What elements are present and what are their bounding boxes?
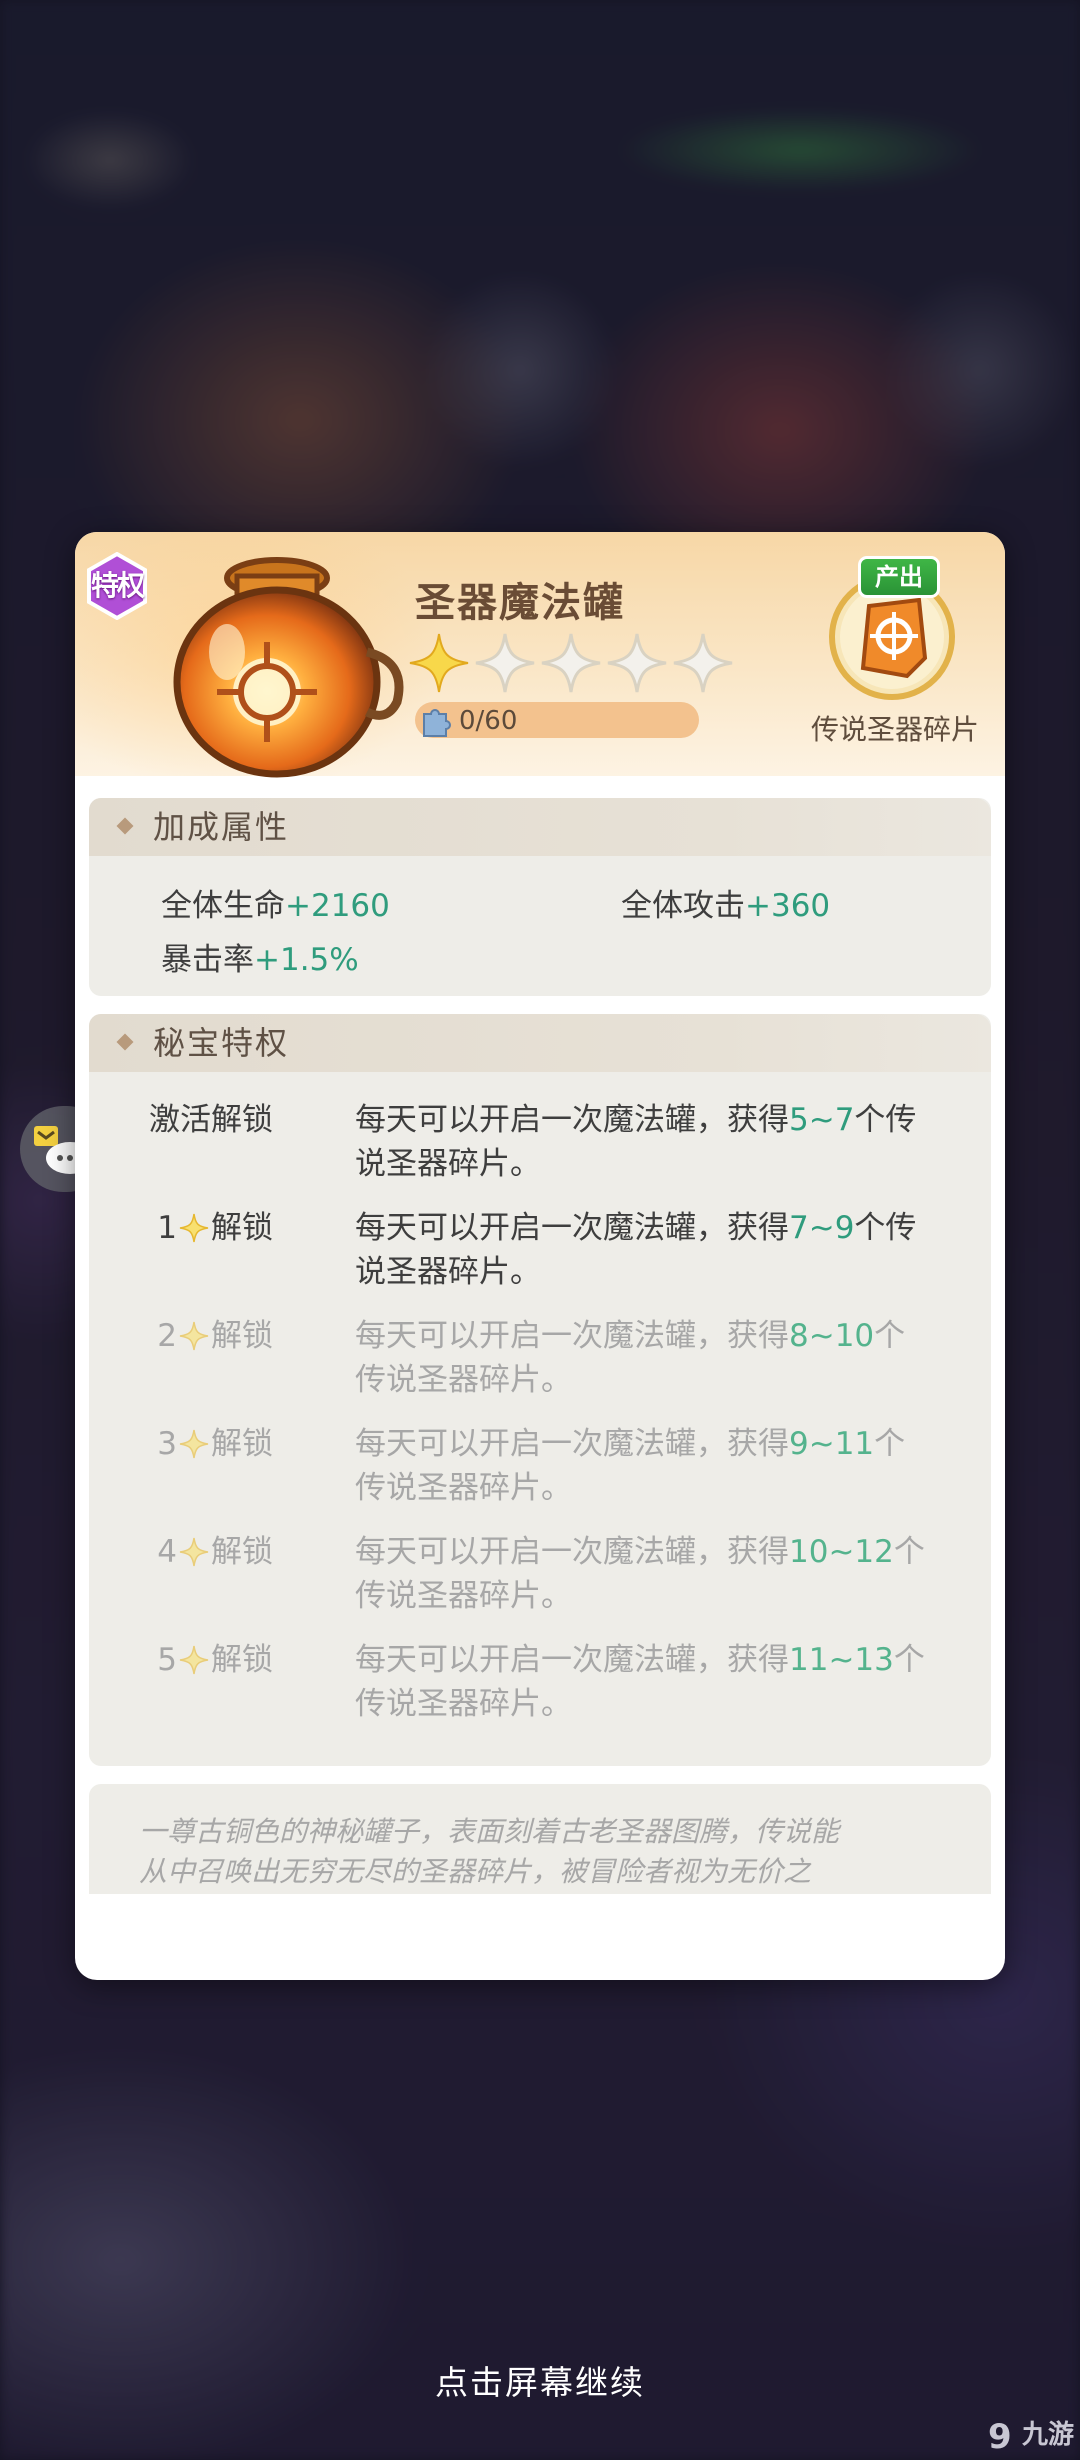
unlock-condition: 1 解锁 [157, 1210, 273, 1246]
privilege-description: 每天可以开启一次魔法罐，获得7~9个传 说圣器碎片。 [355, 1210, 917, 1290]
magic-jar-image [173, 557, 404, 778]
svg-text:9: 9 [988, 2417, 1012, 2456]
unlock-condition: 3 解锁 [157, 1426, 273, 1462]
section-title: 加成属性 [153, 808, 290, 846]
star-icon [179, 1321, 209, 1351]
unlock-condition: 激活解锁 [149, 1102, 273, 1138]
unlock-condition: 5 解锁 [157, 1642, 273, 1678]
bonus-attributes-section: 加成属性 全体生命+2160 全体攻击+360 暴击率+1.5% [89, 798, 991, 996]
privilege-badge-label: 特权 [90, 569, 145, 602]
privilege-description: 每天可以开启一次魔法罐，获得8~10个 传说圣器碎片。 [355, 1318, 906, 1398]
privilege-description: 每天可以开启一次魔法罐，获得5~7个传 说圣器碎片。 [355, 1102, 917, 1182]
privilege-description: 每天可以开启一次魔法罐，获得9~11个 传说圣器碎片。 [355, 1426, 906, 1506]
attr-all-hp: 全体生命+2160 [161, 888, 390, 924]
star-empty-icon [607, 633, 667, 693]
lore-description[interactable]: 一尊古铜色的神秘罐子，表面刻着古老圣器图腾，传说能 从中召唤出无穷无尽的圣器碎片… [89, 1784, 991, 1894]
star-icon [179, 1429, 209, 1459]
star-empty-icon [475, 633, 535, 693]
output-badge: 产出 [858, 556, 940, 598]
star-empty-icon [673, 633, 733, 693]
star-rating [408, 632, 734, 694]
unlock-condition: 2 解锁 [157, 1318, 273, 1354]
item-title: 圣器魔法罐 [415, 580, 625, 626]
tap-to-continue-text[interactable]: 点击屏幕继续 [0, 2356, 1080, 2404]
puzzle-piece-icon [423, 709, 451, 737]
treasure-privilege-section: 秘宝特权 激活解锁 每天可以开启一次魔法罐，获得5~7个传 说圣器碎片。 1 解锁 … [89, 1014, 991, 1766]
star-empty-icon [541, 633, 601, 693]
lore-text: 一尊古铜色的神秘罐子，表面刻着古老圣器图腾，传说能 从中召唤出无穷无尽的圣器碎片… [139, 1815, 840, 1888]
unlock-condition: 4 解锁 [157, 1534, 273, 1570]
star-icon [179, 1537, 209, 1567]
privilege-description: 每天可以开启一次魔法罐，获得11~13个 传说圣器碎片。 [355, 1642, 925, 1722]
attr-all-attack: 全体攻击+360 [621, 888, 831, 924]
card-header: 特权 圣器魔法罐 0/60 产出 传说圣器碎片 [75, 532, 1005, 778]
star-filled-icon [409, 633, 469, 693]
output-label: 传说圣器碎片 [810, 713, 979, 746]
star-icon [179, 1645, 209, 1675]
watermark-text: 九游 [1022, 2420, 1075, 2450]
star-icon [179, 1213, 209, 1243]
attr-crit-rate: 暴击率+1.5% [161, 942, 359, 978]
item-detail-card: 特权 圣器魔法罐 0/60 产出 传说圣器碎片 加成属性 全体生命+2160 全… [75, 532, 1005, 1980]
section-header: 加成属性 [89, 798, 991, 856]
section-title: 秘宝特权 [153, 1024, 290, 1062]
diamond-icon [116, 1033, 134, 1051]
shard-progress-text: 0/60 [459, 706, 518, 736]
shard-progress-bar [415, 702, 699, 738]
diamond-icon [116, 817, 134, 835]
privilege-description: 每天可以开启一次魔法罐，获得10~12个 传说圣器碎片。 [355, 1534, 925, 1614]
section-header: 秘宝特权 [89, 1014, 991, 1072]
